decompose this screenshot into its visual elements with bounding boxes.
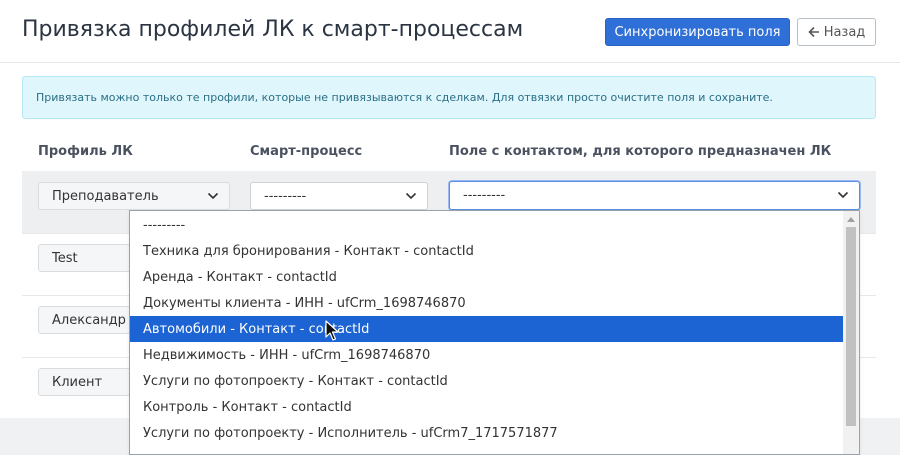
dropdown-option[interactable]: Услуги по фотопроекту - Контакт - contac… [130, 368, 845, 394]
chevron-down-icon [207, 192, 219, 200]
arrow-left-icon [808, 26, 819, 38]
profile-select-value: Преподаватель [52, 188, 159, 204]
back-button[interactable]: Назад [797, 18, 876, 46]
dropdown-option-selected[interactable]: Автомобили - Контакт - contactId [130, 316, 845, 342]
column-header-contact-field: Поле с контактом, для которого предназна… [449, 144, 832, 159]
profile-select-value: Test [52, 250, 78, 266]
info-alert: Привязать можно только те профили, котор… [22, 76, 876, 119]
smart-process-select[interactable]: --------- [250, 182, 428, 210]
chevron-down-icon [405, 192, 417, 200]
scroll-up-arrow-icon[interactable] [846, 215, 856, 223]
chevron-down-icon [837, 191, 849, 199]
page-header: Привязка профилей ЛК к смарт-процессам С… [0, 0, 900, 63]
back-button-label: Назад [823, 24, 866, 40]
dropdown-option[interactable]: Услуги по фотопроекту - Исполнитель - uf… [130, 420, 845, 446]
column-header-profile: Профиль ЛК [38, 144, 133, 159]
dropdown-option[interactable]: Документы клиента - ИНН - ufCrm_16987468… [130, 290, 845, 316]
info-alert-text: Привязать можно только те профили, котор… [36, 91, 773, 104]
page-title: Привязка профилей ЛК к смарт-процессам [22, 17, 524, 42]
mouse-cursor-icon [325, 320, 339, 341]
column-header-smart-process: Смарт-процесс [250, 144, 363, 159]
profile-select-value: Александр И [52, 312, 140, 328]
contact-field-select-value: --------- [463, 188, 506, 203]
profile-select-value: Клиент [52, 374, 103, 390]
contact-field-select[interactable]: --------- [449, 181, 860, 210]
dropdown-scrollbar[interactable] [843, 211, 859, 454]
smart-process-select-value: --------- [264, 188, 307, 204]
dropdown-scrollbar-thumb[interactable] [846, 227, 856, 426]
dropdown-option[interactable]: --------- [130, 212, 845, 238]
dropdown-option[interactable]: Недвижимость - ИНН - ufCrm_1698746870 [130, 342, 845, 368]
dropdown-option[interactable]: Аренда - Контакт - contactId [130, 264, 845, 290]
profile-select[interactable]: Преподаватель [38, 182, 230, 210]
dropdown-option[interactable]: Техника для бронирования - Контакт - con… [130, 238, 845, 264]
sync-fields-button[interactable]: Синхронизировать поля [605, 18, 790, 46]
contact-field-dropdown-list[interactable]: --------- Техника для бронирования - Кон… [129, 210, 860, 455]
dropdown-option[interactable]: Контроль - Контакт - contactId [130, 394, 845, 420]
